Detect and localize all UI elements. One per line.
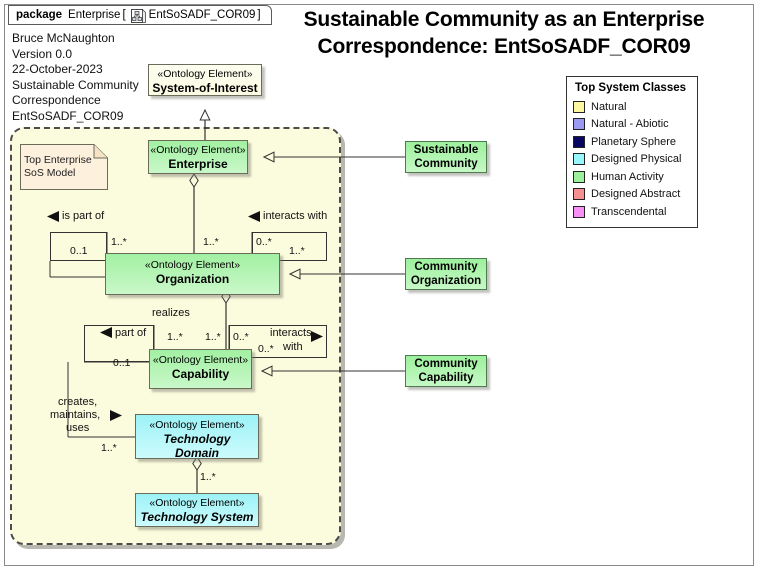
- ref-community-organization-line1: Community: [414, 261, 478, 273]
- legend-label-planetary-sphere: Planetary Sphere: [591, 135, 676, 148]
- class-enterprise[interactable]: «Ontology Element» Enterprise: [148, 140, 248, 174]
- multiplicity-cap-part-many: 1..*: [167, 331, 183, 343]
- ref-community-organization-line2: Organization: [410, 275, 482, 287]
- legend-label-designed-physical: Designed Physical: [591, 153, 682, 166]
- diagram-reference: EntSoSADF_COR09: [148, 9, 256, 21]
- meta-kind: Correspondence: [12, 93, 101, 108]
- ref-community-capability[interactable]: Community Capability: [405, 355, 487, 387]
- class-system-of-interest-stereotype: «Ontology Element»: [157, 68, 253, 80]
- relation-label-cap-interacts-line2: with: [283, 341, 303, 353]
- multiplicity-org-part-one: 0..1: [70, 245, 88, 257]
- relation-label-cap-interacts-line1: interacts: [270, 327, 312, 339]
- multiplicity-org-enterprise-many: 1..*: [203, 236, 219, 248]
- meta-date: 22-October-2023: [12, 62, 103, 77]
- relation-label-creates-line3: uses: [66, 422, 90, 434]
- package-keyword: package: [16, 9, 63, 21]
- meta-author: Bruce McNaughton: [12, 31, 115, 45]
- legend-swatch-planetary-sphere: [573, 135, 585, 148]
- legend-item-transcendental: Transcendental: [573, 203, 691, 221]
- class-technology-system-stereotype: «Ontology Element»: [149, 497, 245, 509]
- class-system-of-interest[interactable]: «Ontology Element» System-of-Interest: [148, 64, 262, 96]
- class-capability-stereotype: «Ontology Element»: [152, 354, 249, 366]
- page-title-line1: Sustainable Community as an Enterprise: [303, 8, 705, 31]
- class-system-of-interest-name: System-of-Interest: [152, 81, 258, 95]
- note-line2: SoS Model: [24, 167, 76, 179]
- class-organization-name: Organization: [155, 272, 230, 286]
- legend-swatch-designed-physical: [573, 153, 585, 166]
- note-line1: Top Enterprise: [24, 154, 92, 166]
- relation-label-org-is-part-of: is part of: [62, 210, 105, 222]
- multiplicity-org-part-many: 1..*: [111, 236, 127, 248]
- legend-swatch-human-activity: [573, 170, 585, 183]
- class-technology-domain-name-line1: Technology: [163, 432, 231, 446]
- multiplicity-cap-interacts-zero-a: 0..*: [233, 331, 249, 343]
- legend-label-transcendental: Transcendental: [591, 205, 667, 218]
- meta-id: EntSoSADF_COR09: [12, 108, 124, 123]
- note-text: Top Enterprise SoS Model: [24, 154, 92, 180]
- legend-swatch-transcendental: [573, 205, 585, 218]
- meta-subject: Sustainable Community: [12, 77, 139, 92]
- relation-label-creates-line1: creates,: [58, 396, 98, 408]
- page-title-line2: Correspondence: EntSoSADF_COR09: [317, 35, 691, 58]
- ref-sustainable-community-line1: Sustainable: [413, 144, 479, 156]
- ref-sustainable-community-line2: Community: [414, 158, 478, 170]
- legend-label-natural: Natural: [591, 100, 627, 113]
- meta-version: Version 0.0: [12, 46, 73, 61]
- legend-item-natural: Natural: [573, 98, 691, 116]
- legend-item-human-activity: Human Activity: [573, 168, 691, 186]
- legend-item-designed-abstract: Designed Abstract: [573, 186, 691, 204]
- legend-swatch-natural-abiotic: [573, 118, 585, 131]
- bracket-open: [: [122, 9, 126, 21]
- diagram-canvas: package Enterprise [ EntSoSADF_COR09 ] B…: [0, 0, 760, 572]
- diagram-hierarchy-icon: [130, 8, 146, 23]
- relation-label-org-interacts-with: interacts with: [263, 210, 328, 222]
- multiplicity-org-interacts-many: 1..*: [289, 245, 305, 257]
- relation-label-cap-part-of: part of: [115, 327, 147, 339]
- multiplicity-cap-interacts-zero-b: 0..*: [258, 343, 274, 355]
- class-organization-stereotype: «Ontology Element»: [144, 259, 241, 271]
- diagram-metadata: Bruce McNaughton Version 0.0 22-October-…: [12, 31, 139, 125]
- legend-item-natural-abiotic: Natural - Abiotic: [573, 116, 691, 134]
- class-capability[interactable]: «Ontology Element» Capability: [149, 349, 252, 389]
- class-organization[interactable]: «Ontology Element» Organization: [105, 253, 280, 295]
- legend-item-designed-physical: Designed Physical: [573, 151, 691, 169]
- multiplicity-org-interacts-zero: 0..*: [256, 236, 272, 248]
- page-title: Sustainable Community as an Enterprise C…: [258, 6, 750, 60]
- class-technology-system[interactable]: «Ontology Element» Technology System: [135, 493, 259, 527]
- relation-label-creates-line2: maintains,: [50, 409, 101, 421]
- multiplicity-cap-realizes-many: 1..*: [205, 331, 221, 343]
- multiplicity-technology-domain-from-capability: 1..*: [101, 442, 117, 454]
- legend-label-designed-abstract: Designed Abstract: [591, 188, 681, 201]
- ref-sustainable-community[interactable]: Sustainable Community: [405, 141, 487, 173]
- multiplicity-cap-part-one: 0..1: [113, 357, 131, 369]
- class-enterprise-name: Enterprise: [168, 157, 228, 171]
- multiplicity-technology-system-from-domain: 1..*: [200, 471, 216, 483]
- ref-community-capability-line2: Capability: [418, 372, 474, 384]
- legend-label-human-activity: Human Activity: [591, 170, 664, 183]
- class-technology-system-name: Technology System: [140, 510, 254, 524]
- legend-label-natural-abiotic: Natural - Abiotic: [591, 118, 669, 131]
- package-name: Enterprise: [68, 9, 121, 21]
- class-technology-domain-name-line2: Domain: [174, 446, 219, 460]
- legend-panel: Top System Classes Natural Natural - Abi…: [566, 76, 698, 228]
- ref-community-capability-line1: Community: [414, 358, 478, 370]
- legend-swatch-designed-abstract: [573, 188, 585, 201]
- relation-label-realizes: realizes: [152, 307, 190, 319]
- legend-title: Top System Classes: [575, 82, 687, 94]
- class-capability-name: Capability: [171, 367, 230, 381]
- note-top-enterprise-sos-model: Top Enterprise SoS Model: [18, 143, 110, 191]
- package-header-tab[interactable]: package Enterprise [ EntSoSADF_COR09 ]: [8, 5, 272, 25]
- class-enterprise-stereotype: «Ontology Element»: [150, 144, 246, 156]
- legend-swatch-natural: [573, 100, 585, 113]
- legend-item-planetary-sphere: Planetary Sphere: [573, 133, 691, 151]
- class-technology-domain-stereotype: «Ontology Element»: [149, 419, 245, 431]
- ref-community-organization[interactable]: Community Organization: [405, 258, 487, 290]
- class-technology-domain[interactable]: «Ontology Element» Technology Domain: [135, 414, 259, 460]
